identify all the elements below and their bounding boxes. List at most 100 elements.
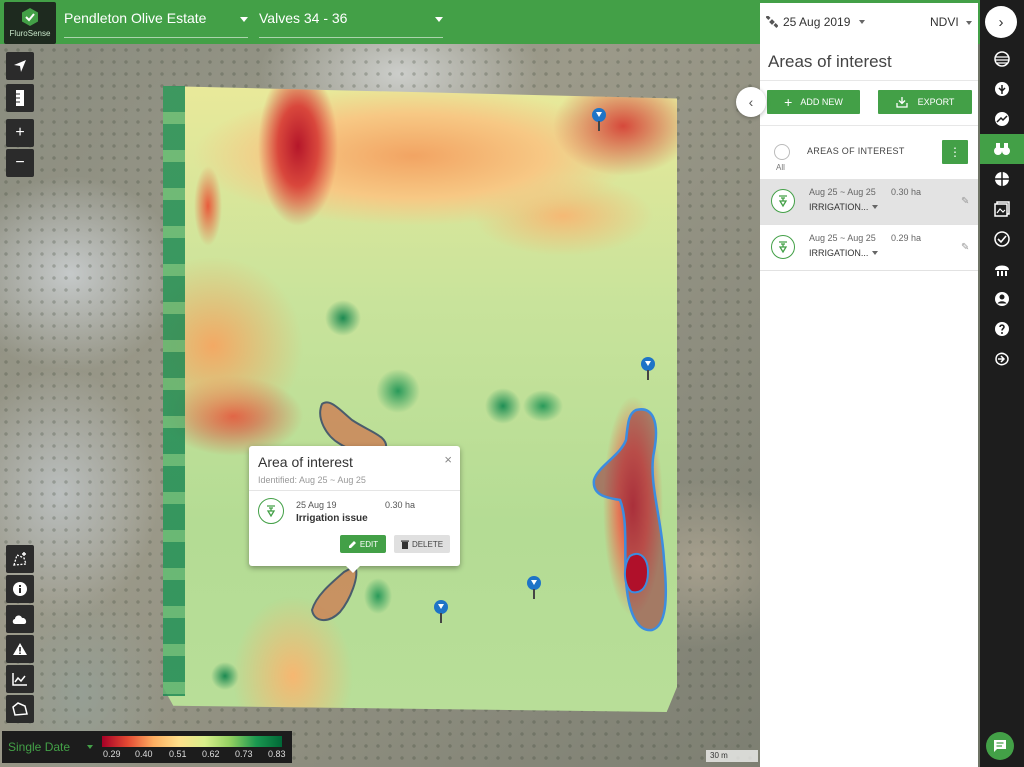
legend-tick: 0.40 — [135, 749, 153, 759]
map-pin-icon[interactable] — [526, 576, 542, 600]
aoi-item-type: IRRIGATION... — [809, 202, 869, 212]
more-vert-icon: ⋮ — [949, 145, 961, 159]
aoi-panel: 25 Aug 2019 NDVI Areas of interest + ADD… — [760, 3, 978, 767]
chevron-down-icon — [240, 17, 248, 22]
logout-icon — [995, 352, 1009, 366]
farm-select[interactable]: Pendleton Olive Estate — [64, 10, 248, 38]
map-pin-icon[interactable] — [591, 108, 607, 132]
legend-color-bar — [102, 736, 282, 747]
sidebar-item-analytics[interactable] — [980, 104, 1024, 134]
legend-tick: 0.83 — [268, 749, 286, 759]
flurosense-logo-icon — [22, 8, 38, 26]
aoi-polygon-2 — [310, 564, 358, 621]
legend-tick: 0.73 — [235, 749, 253, 759]
info-button[interactable] — [6, 575, 34, 603]
chevron-left-icon: ‹ — [748, 94, 754, 110]
divider — [760, 80, 978, 81]
app-logo[interactable]: FluroSense — [4, 2, 56, 44]
zoom-in-icon: + — [15, 124, 25, 141]
date-value: 25 Aug 2019 — [783, 15, 851, 29]
aoi-item-area: 0.29 ha — [891, 233, 922, 243]
chart-button[interactable] — [6, 665, 34, 693]
chat-button[interactable] — [986, 732, 1014, 760]
chevron-down-icon — [859, 20, 866, 24]
sidebar-item-scouting[interactable] — [980, 134, 1024, 164]
chevron-down-icon — [872, 251, 879, 255]
export-label: EXPORT — [917, 97, 955, 107]
aoi-item-dates: Aug 25 ~ Aug 25 — [809, 187, 876, 197]
draw-polygon-button[interactable] — [6, 545, 34, 573]
aoi-item-type-select[interactable]: IRRIGATION... — [809, 248, 879, 258]
sidebar-item-account[interactable] — [980, 284, 1024, 314]
add-new-label: ADD NEW — [800, 97, 843, 107]
warning-icon — [13, 643, 27, 655]
aoi-list-header: AREAS OF INTEREST — [807, 146, 905, 156]
ndvi-legend: Single Date 0.29 0.40 0.51 0.62 0.73 0.8… — [2, 731, 292, 763]
map-pin-icon[interactable] — [640, 357, 656, 381]
aoi-polygon-3 — [592, 408, 668, 632]
sidebar-item-zones[interactable] — [980, 164, 1024, 194]
crop-icon — [995, 82, 1009, 96]
field-select-value: Valves 34 - 36 — [259, 10, 348, 26]
irrigation-icon — [258, 498, 284, 524]
zoom-in-button[interactable]: + — [6, 119, 34, 147]
sidebar-item-team[interactable] — [980, 254, 1024, 284]
close-icon[interactable]: × — [444, 452, 452, 467]
sidebar-item-layers[interactable] — [980, 44, 1024, 74]
aoi-list-item[interactable]: Aug 25 ~ Aug 25 0.30 ha IRRIGATION... ✎ — [760, 179, 978, 225]
map-pin-icon[interactable] — [433, 600, 449, 624]
popup-divider — [249, 490, 460, 491]
aoi-list-item[interactable]: Aug 25 ~ Aug 25 0.29 ha IRRIGATION... ✎ — [760, 225, 978, 271]
chevron-down-icon — [435, 17, 443, 22]
draw-polygon-icon — [13, 552, 27, 566]
layers-icon — [994, 51, 1010, 67]
add-new-button[interactable]: + ADD NEW — [767, 90, 860, 114]
sidebar-item-crop[interactable] — [980, 74, 1024, 104]
zones-icon — [995, 172, 1009, 186]
delete-button[interactable]: DELETE — [394, 535, 450, 553]
legend-mode-select[interactable]: Single Date — [8, 740, 70, 754]
sidebar-item-logout[interactable] — [980, 344, 1024, 374]
expand-sidebar-button[interactable]: › — [985, 6, 1017, 38]
logo-text: FluroSense — [9, 29, 51, 38]
sidebar-item-help[interactable] — [980, 314, 1024, 344]
date-select[interactable]: 25 Aug 2019 — [766, 15, 866, 29]
team-icon — [995, 265, 1009, 276]
layer-value: NDVI — [930, 15, 959, 29]
collapse-panel-button[interactable]: ‹ — [736, 87, 766, 117]
irrigation-icon — [771, 189, 795, 213]
layer-select[interactable]: NDVI — [930, 15, 973, 29]
map-scale: 30 m — [706, 750, 758, 762]
ruler-button[interactable] — [6, 84, 34, 112]
chat-icon — [994, 740, 1006, 752]
analytics-icon — [995, 112, 1009, 126]
aoi-item-type-select[interactable]: IRRIGATION... — [809, 202, 879, 212]
weather-icon — [12, 615, 27, 624]
warning-button[interactable] — [6, 635, 34, 663]
checklist-icon — [994, 231, 1010, 247]
pencil-icon[interactable]: ✎ — [961, 196, 969, 207]
export-icon — [895, 96, 908, 108]
sidebar-item-checklist[interactable] — [980, 224, 1024, 254]
aoi-outlines — [310, 401, 668, 632]
export-button[interactable]: EXPORT — [878, 90, 972, 114]
zoom-out-button[interactable]: − — [6, 149, 34, 177]
pencil-icon[interactable]: ✎ — [961, 242, 969, 253]
select-all-label: All — [776, 163, 785, 172]
edit-button[interactable]: EDIT — [340, 535, 386, 553]
sidebar-item-reports[interactable] — [980, 194, 1024, 224]
select-all-radio[interactable] — [774, 144, 790, 160]
more-options-button[interactable]: ⋮ — [942, 140, 968, 164]
panel-title: Areas of interest — [768, 52, 892, 71]
trash-icon — [400, 540, 409, 549]
binoculars-icon — [994, 143, 1010, 155]
locate-button[interactable] — [6, 52, 34, 80]
aoi-popup: Area of interest × Identified: Aug 25 ~ … — [249, 446, 460, 566]
field-shape-button[interactable] — [6, 695, 34, 723]
edit-label: EDIT — [359, 539, 379, 549]
legend-tick: 0.62 — [202, 749, 220, 759]
farm-select-value: Pendleton Olive Estate — [64, 10, 207, 26]
field-select[interactable]: Valves 34 - 36 — [259, 10, 443, 38]
weather-button[interactable] — [6, 605, 34, 633]
popup-area: 0.30 ha — [385, 500, 416, 510]
